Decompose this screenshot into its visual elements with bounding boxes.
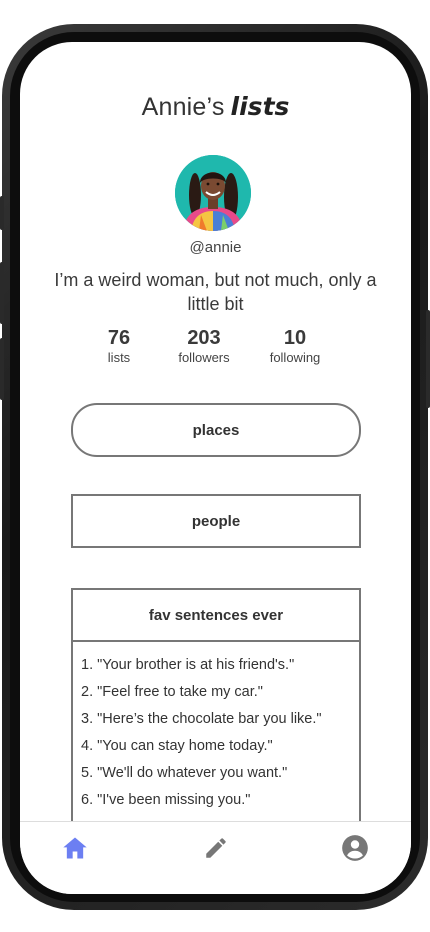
list-card-fav-sentences[interactable]: fav sentences ever 1. "Your brother is a… — [71, 588, 361, 832]
list-item: 5. "We'll do whatever you want." — [81, 765, 288, 781]
user-handle: @annie — [189, 239, 242, 256]
sentence-list: 1. "Your brother is at his friend's." 2.… — [73, 642, 359, 814]
stat-label: followers — [178, 350, 230, 365]
stat-lists[interactable]: 76 lists — [74, 326, 164, 366]
avatar-image — [175, 155, 251, 231]
list-item: 4. "You can stay home today." — [81, 738, 273, 754]
user-bio: I’m a weird woman, but not much, only a … — [54, 270, 377, 314]
stat-followers[interactable]: 203 followers — [159, 326, 249, 366]
tab-edit[interactable] — [200, 832, 232, 864]
home-icon — [63, 837, 87, 859]
app-screen: Annie’s lists @annie I’m a weird woman, b… — [20, 42, 411, 894]
list-card-title: fav sentences ever — [73, 590, 359, 642]
list-item: 1. "Your brother is at his friend's." — [81, 657, 295, 673]
page-title: Annie’s lists — [20, 92, 411, 122]
list-button-people[interactable]: people — [71, 494, 361, 548]
tab-profile[interactable] — [339, 832, 371, 864]
stat-label: lists — [107, 350, 131, 365]
stat-value: 203 — [187, 327, 221, 349]
stat-value: 76 — [107, 327, 131, 349]
list-item: 6. "I've been missing you." — [81, 792, 251, 808]
stat-value: 10 — [283, 327, 307, 349]
power-button — [426, 310, 430, 408]
list-item: 2. "Feel free to take my car." — [81, 684, 263, 700]
list-item: 3. "Here’s the chocolate bar you like." — [81, 711, 322, 727]
mute-switch — [0, 196, 4, 230]
volume-up-button — [0, 262, 4, 324]
list-button-places[interactable]: places — [71, 403, 361, 457]
stat-label: following — [269, 350, 321, 365]
avatar[interactable] — [175, 155, 251, 231]
account-icon — [342, 835, 368, 861]
volume-down-button — [0, 338, 4, 400]
pencil-icon — [206, 838, 226, 858]
title-owner: Annie’s — [141, 93, 225, 121]
bottom-tab-bar — [20, 821, 411, 894]
stat-following[interactable]: 10 following — [250, 326, 340, 366]
tab-home[interactable] — [59, 832, 91, 864]
title-word: lists — [230, 92, 290, 121]
